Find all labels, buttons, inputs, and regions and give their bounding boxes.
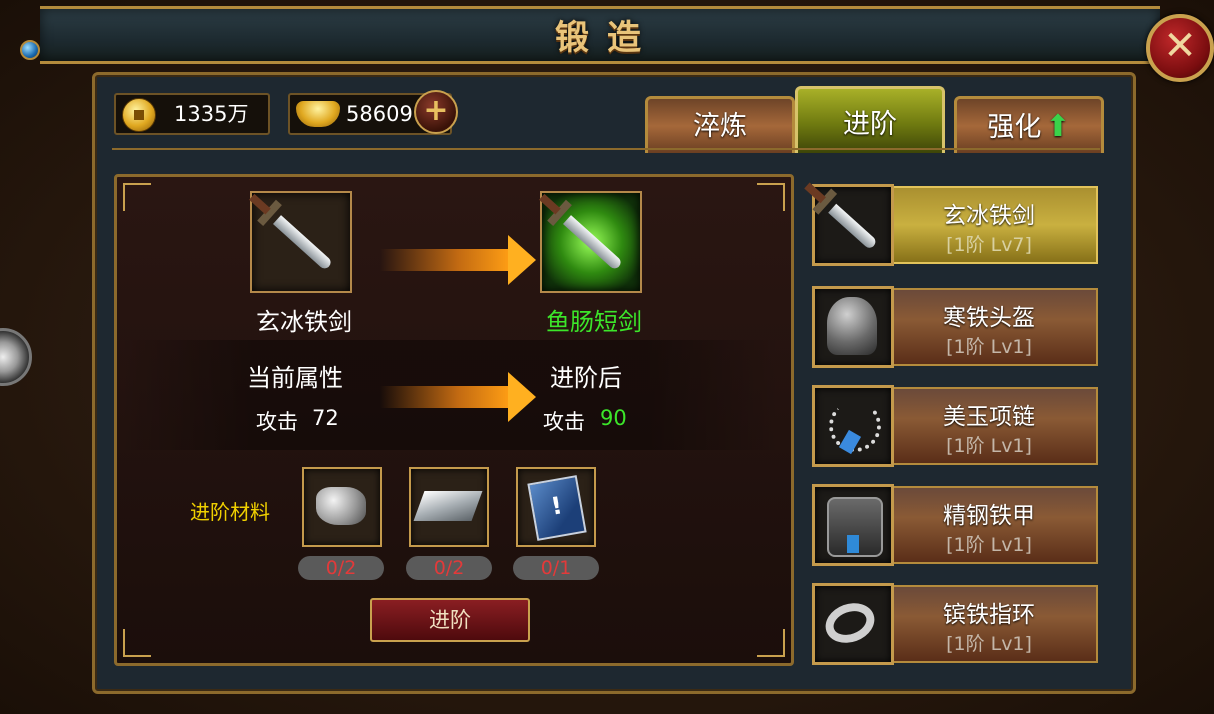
sword-icon — [828, 203, 878, 251]
upgrade-arrow-icon: ⬆ — [1045, 109, 1071, 144]
equipment-info: 玄冰铁剑 [1阶 Lv7] — [882, 186, 1098, 264]
next-attack-value: 90 — [600, 406, 627, 430]
equipment-icon-frame — [812, 286, 894, 368]
next-attack-label: 攻击 — [543, 410, 585, 434]
ingots-value: 58609 — [346, 102, 413, 126]
upgrade-arrow-icon — [380, 372, 536, 422]
material-count: 0/1 — [513, 556, 599, 580]
equipment-icon-frame — [812, 385, 894, 467]
current-attr-title: 当前属性 — [247, 364, 343, 392]
ring-icon — [820, 596, 880, 650]
equipment-level: [1阶 Lv1] — [946, 633, 1032, 655]
equipment-info: 精钢铁甲 [1阶 Lv1] — [882, 486, 1098, 564]
equipment-name: 玄冰铁剑 — [943, 203, 1035, 229]
armor-gem-icon — [847, 535, 859, 553]
gem-ornament-icon — [20, 40, 40, 60]
next-item-slot[interactable] — [540, 191, 642, 293]
close-button[interactable]: ✕ — [1146, 14, 1214, 82]
equipment-name: 精钢铁甲 — [943, 503, 1035, 529]
material-slot[interactable] — [409, 467, 489, 547]
coins-display: 1335万 — [114, 93, 270, 135]
equipment-icon-frame — [812, 484, 894, 566]
coin-icon — [122, 98, 156, 132]
equipment-name: 寒铁头盔 — [943, 305, 1035, 331]
equipment-item-necklace[interactable]: 美玉项链 [1阶 Lv1] — [812, 385, 1098, 467]
current-item-slot[interactable] — [250, 191, 352, 293]
tab-advance-label: 进阶 — [843, 109, 897, 140]
upgrade-arrow-icon — [380, 235, 536, 285]
advance-button[interactable]: 进阶 — [370, 598, 530, 642]
iron-bar-icon — [413, 491, 483, 521]
tab-advance[interactable]: 进阶 — [795, 86, 945, 153]
book-icon: ! — [527, 475, 587, 541]
corner-ornament-icon — [123, 629, 151, 657]
current-attack-label: 攻击 — [256, 410, 298, 434]
tab-refine[interactable]: 淬炼 — [645, 96, 795, 153]
equipment-level: [1阶 Lv7] — [946, 234, 1032, 256]
tab-divider — [112, 148, 1100, 150]
material-slot[interactable]: ! — [516, 467, 596, 547]
equipment-level: [1阶 Lv1] — [946, 534, 1032, 556]
equipment-name: 美玉项链 — [943, 404, 1035, 430]
next-item-name: 鱼肠短剑 — [546, 308, 642, 336]
material-count: 0/2 — [298, 556, 384, 580]
equipment-level: [1阶 Lv1] — [946, 435, 1032, 457]
current-item-name: 玄冰铁剑 — [256, 308, 352, 336]
sword-icon — [272, 215, 334, 271]
tab-enhance[interactable]: 强化 ⬆ — [954, 96, 1104, 153]
equipment-name: 镔铁指环 — [943, 602, 1035, 628]
tab-refine-label: 淬炼 — [693, 111, 747, 142]
sword-icon — [562, 215, 624, 271]
ore-icon — [316, 487, 366, 525]
tab-enhance-label: 强化 — [987, 112, 1042, 143]
material-slot[interactable] — [302, 467, 382, 547]
equipment-item-sword[interactable]: 玄冰铁剑 [1阶 Lv7] — [812, 184, 1098, 266]
equipment-info: 美玉项链 [1阶 Lv1] — [882, 387, 1098, 465]
equipment-level: [1阶 Lv1] — [946, 336, 1032, 358]
helmet-icon — [827, 297, 877, 355]
next-attr-title: 进阶后 — [550, 364, 622, 392]
equipment-info: 寒铁头盔 [1阶 Lv1] — [882, 288, 1098, 366]
equipment-item-helmet[interactable]: 寒铁头盔 [1阶 Lv1] — [812, 286, 1098, 368]
material-count: 0/2 — [406, 556, 492, 580]
equipment-item-ring[interactable]: 镔铁指环 [1阶 Lv1] — [812, 583, 1098, 665]
corner-ornament-icon — [757, 629, 785, 657]
equipment-info: 镔铁指环 [1阶 Lv1] — [882, 585, 1098, 663]
current-attack-value: 72 — [312, 406, 339, 430]
add-ingots-button[interactable]: + — [414, 90, 458, 134]
side-ring-ornament-icon — [0, 328, 32, 386]
materials-label: 进阶材料 — [190, 500, 270, 524]
corner-ornament-icon — [123, 183, 151, 211]
coins-value: 1335万 — [174, 102, 249, 126]
equipment-icon-frame — [812, 184, 894, 266]
equipment-item-armor[interactable]: 精钢铁甲 [1阶 Lv1] — [812, 484, 1098, 566]
corner-ornament-icon — [757, 183, 785, 211]
window-frame: 锻造 ✕ 1335万 58609 + 淬炼 进阶 强化 ⬆ 玄冰铁剑 鱼肠短剑 当… — [0, 0, 1214, 714]
equipment-icon-frame — [812, 583, 894, 665]
gold-ingot-icon — [296, 101, 340, 127]
page-title: 锻造 — [555, 18, 659, 58]
